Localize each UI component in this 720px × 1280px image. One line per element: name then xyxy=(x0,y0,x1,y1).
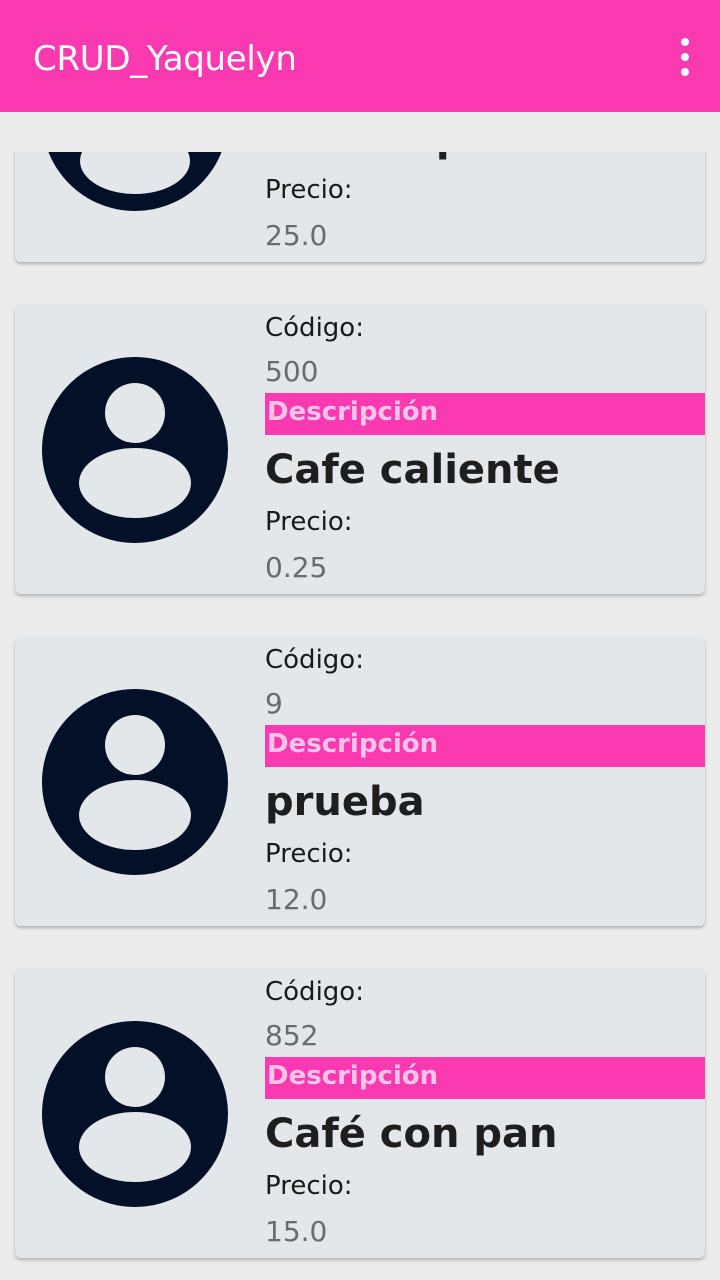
precio-label: Precio: xyxy=(265,175,353,205)
product-list[interactable]: camisa polo Precio: 25.0 Código: 500 Des… xyxy=(0,152,720,1280)
descripcion-header: Descripción xyxy=(265,393,705,435)
descripcion-label: Descripción xyxy=(267,397,439,427)
product-price: 15.0 xyxy=(265,1215,328,1248)
precio-label: Precio: xyxy=(265,839,353,869)
codigo-label: Código: xyxy=(265,977,364,1007)
product-card[interactable]: Código: 500 Descripción Cafe caliente Pr… xyxy=(15,305,705,594)
account-circle-icon xyxy=(42,689,228,875)
overflow-menu-icon[interactable] xyxy=(678,38,692,76)
account-circle-icon xyxy=(42,1021,228,1207)
account-circle-icon xyxy=(48,152,222,211)
descripcion-header: Descripción xyxy=(265,725,705,767)
codigo-label: Código: xyxy=(265,645,364,675)
product-card[interactable]: Código: 852 Descripción Café con pan Pre… xyxy=(15,969,705,1258)
product-description: camisa polo xyxy=(265,152,533,161)
product-card[interactable]: Código: 9 Descripción prueba Precio: 12.… xyxy=(15,637,705,926)
product-description: prueba xyxy=(265,779,425,825)
product-code: 852 xyxy=(265,1019,319,1052)
precio-label: Precio: xyxy=(265,507,353,537)
account-circle-icon xyxy=(42,357,228,543)
descripcion-label: Descripción xyxy=(267,1061,439,1091)
descripcion-header: Descripción xyxy=(265,1057,705,1099)
app-title: CRUD_Yaquelyn xyxy=(33,39,297,79)
codigo-label: Código: xyxy=(265,313,364,343)
product-description: Cafe caliente xyxy=(265,447,560,493)
product-description: Café con pan xyxy=(265,1111,558,1157)
app-bar: CRUD_Yaquelyn xyxy=(0,0,720,112)
list-top-edge xyxy=(0,112,720,152)
precio-label: Precio: xyxy=(265,1171,353,1201)
product-card[interactable]: camisa polo Precio: 25.0 xyxy=(15,152,705,262)
product-code: 9 xyxy=(265,687,283,720)
product-price: 0.25 xyxy=(265,551,328,584)
descripcion-label: Descripción xyxy=(267,729,439,759)
product-price: 12.0 xyxy=(265,883,328,916)
product-price: 25.0 xyxy=(265,219,328,252)
product-code: 500 xyxy=(265,355,319,388)
